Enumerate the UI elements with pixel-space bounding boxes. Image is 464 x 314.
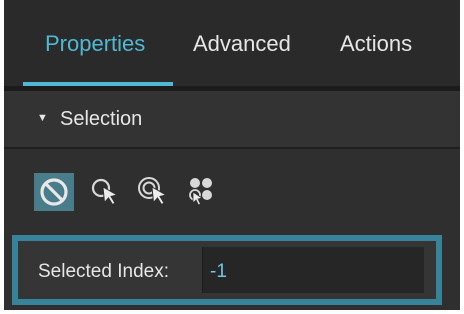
- tab-properties[interactable]: Properties: [45, 30, 145, 58]
- tab-advanced[interactable]: Advanced: [193, 30, 291, 58]
- selection-section-body: Selected Index: -1: [4, 149, 460, 310]
- group-select-button[interactable]: [182, 173, 222, 211]
- selected-index-value: -1: [210, 261, 227, 282]
- group-select-icon: [189, 178, 212, 206]
- multi-select-button[interactable]: [134, 173, 174, 211]
- tab-bar: Properties Advanced Actions: [4, 0, 460, 86]
- selected-index-field: Selected Index: -1: [12, 235, 442, 305]
- selection-section-header[interactable]: ▼ Selection: [4, 91, 460, 147]
- selected-index-input[interactable]: -1: [202, 247, 424, 293]
- section-title: Selection: [60, 108, 143, 130]
- multi-select-cursor-icon: [138, 177, 168, 206]
- tab-actions[interactable]: Actions: [340, 30, 412, 58]
- property-panel: Properties Advanced Actions ▼ Selection: [4, 0, 460, 310]
- no-selection-button[interactable]: [34, 173, 74, 211]
- app-screen: Properties Advanced Actions ▼ Selection: [0, 0, 464, 314]
- single-select-button[interactable]: [86, 173, 126, 211]
- selected-index-label: Selected Index:: [38, 261, 169, 282]
- collapse-triangle-icon: ▼: [37, 112, 48, 124]
- single-select-cursor-icon: [91, 178, 119, 206]
- no-selection-icon: [40, 178, 68, 206]
